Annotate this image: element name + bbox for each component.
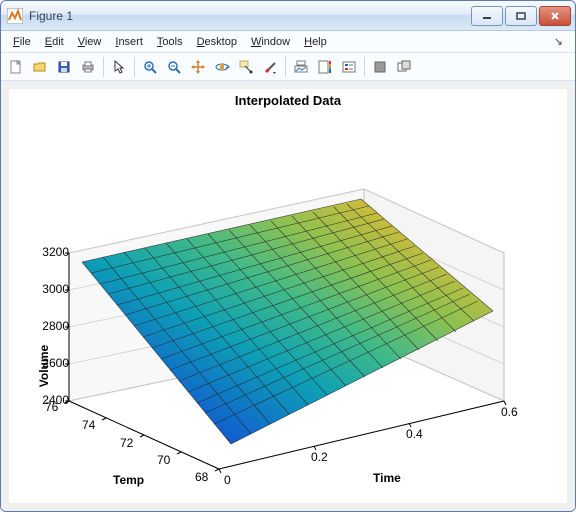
menu-tools-label-rest: ools	[162, 36, 182, 48]
toolbar-separator	[285, 57, 286, 77]
colorbar-icon[interactable]	[314, 56, 336, 78]
app-icon	[7, 8, 23, 24]
y-axis-label: Temp	[113, 473, 144, 487]
menu-help-label-rest: elp	[312, 36, 327, 48]
menu-desktop-label-rest: esktop	[205, 36, 237, 48]
zoom-out-icon[interactable]	[163, 56, 185, 78]
desktop-mnemonic: D	[197, 36, 205, 48]
new-figure-icon[interactable]	[5, 56, 27, 78]
x-axis-label: Time	[373, 471, 401, 485]
z-tick-3: 3000	[42, 282, 69, 296]
menu-file[interactable]: File	[7, 34, 37, 50]
x-tick-2: 0.4	[406, 427, 423, 441]
maximize-button[interactable]	[505, 6, 537, 26]
edit-mnemonic: E	[45, 36, 52, 48]
rotate-3d-icon[interactable]	[211, 56, 233, 78]
z-tick-2: 2800	[42, 319, 69, 333]
x-tick-0: 0	[224, 473, 231, 487]
y-tick-3: 74	[82, 418, 95, 432]
menu-edit-label-rest: dit	[52, 36, 64, 48]
minimize-button[interactable]	[471, 6, 503, 26]
z-axis-label: Volume	[37, 345, 51, 387]
legend-icon[interactable]	[338, 56, 360, 78]
x-tick-1: 0.2	[311, 450, 328, 464]
titlebar: Figure 1	[1, 1, 575, 31]
y-tick-0: 68	[195, 470, 208, 484]
z-tick-4: 3200	[42, 245, 69, 259]
menu-view[interactable]: View	[72, 34, 108, 50]
toolbar-separator	[103, 57, 104, 77]
menu-tools[interactable]: Tools	[151, 34, 189, 50]
axes-3d[interactable]: Interpolated Data	[9, 89, 567, 503]
toolbar	[1, 53, 575, 81]
window-title: Figure 1	[29, 9, 73, 23]
menubar-dropdown-icon[interactable]: ↘	[553, 35, 569, 48]
menu-edit[interactable]: Edit	[39, 34, 70, 50]
close-button[interactable]	[539, 6, 571, 26]
menu-insert-label-rest: nsert	[118, 36, 142, 48]
menu-window[interactable]: Window	[245, 34, 296, 50]
menu-insert[interactable]: Insert	[109, 34, 149, 50]
brush-icon[interactable]	[259, 56, 281, 78]
surface-plot	[9, 89, 549, 495]
toolbar-separator	[364, 57, 365, 77]
link-plot-icon[interactable]	[290, 56, 312, 78]
window-mnemonic: W	[251, 36, 261, 48]
menu-help[interactable]: Help	[298, 34, 333, 50]
pointer-icon[interactable]	[108, 56, 130, 78]
hide-tools-icon[interactable]	[369, 56, 391, 78]
zoom-in-icon[interactable]	[139, 56, 161, 78]
menu-desktop[interactable]: Desktop	[191, 34, 243, 50]
file-mnemonic: F	[13, 36, 20, 48]
show-tools-icon[interactable]	[393, 56, 415, 78]
menu-view-label-rest: iew	[85, 36, 102, 48]
help-mnemonic: H	[304, 36, 312, 48]
view-mnemonic: V	[78, 36, 85, 48]
x-tick-3: 0.6	[501, 405, 518, 419]
y-tick-2: 72	[120, 436, 133, 450]
y-tick-4: 76	[45, 400, 58, 414]
menu-window-label-rest: indow	[261, 36, 290, 48]
save-icon[interactable]	[53, 56, 75, 78]
pan-icon[interactable]	[187, 56, 209, 78]
plot-area: Interpolated Data	[1, 81, 575, 511]
print-icon[interactable]	[77, 56, 99, 78]
toolbar-separator	[134, 57, 135, 77]
open-icon[interactable]	[29, 56, 51, 78]
data-cursor-icon[interactable]	[235, 56, 257, 78]
y-tick-1: 70	[157, 453, 170, 467]
menu-file-label-rest: ile	[20, 36, 31, 48]
menubar: File Edit View Insert Tools Desktop Wind…	[1, 31, 575, 53]
